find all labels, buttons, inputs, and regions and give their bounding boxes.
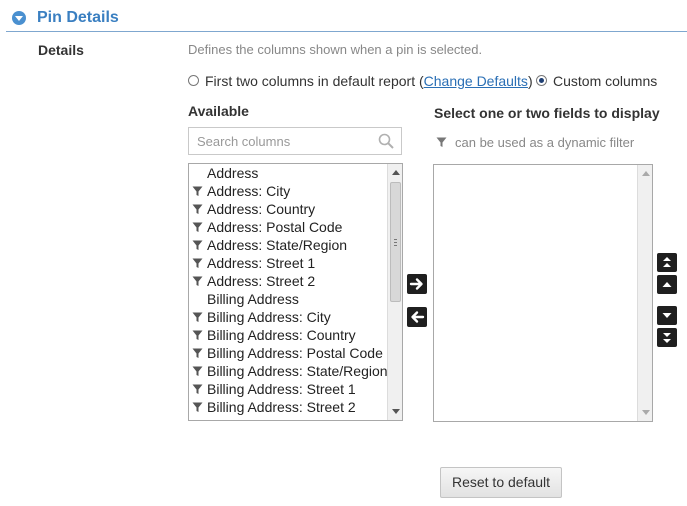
list-item-label: Billing Address <box>207 291 299 307</box>
filter-icon <box>192 330 203 340</box>
custom-columns-label[interactable]: Custom columns <box>553 73 657 89</box>
filter-icon <box>192 276 203 286</box>
filter-icon <box>192 348 203 358</box>
section-collapse-icon[interactable] <box>12 11 26 25</box>
double-chevron-up-icon <box>663 257 671 267</box>
chevron-up-icon <box>662 282 672 287</box>
list-item[interactable]: Address: State/Region <box>189 236 387 254</box>
list-item[interactable]: Address: Postal Code <box>189 218 387 236</box>
double-chevron-down-icon <box>663 333 671 343</box>
filter-icon <box>192 258 203 268</box>
list-item[interactable]: Billing Address: Street 1 <box>189 380 387 398</box>
default-columns-radio[interactable] <box>188 75 199 86</box>
list-item[interactable]: Address: Country <box>189 200 387 218</box>
default-columns-text: First two columns in default report ( <box>205 73 424 89</box>
filter-icon <box>192 204 203 214</box>
remove-column-button[interactable] <box>407 307 427 327</box>
filter-icon <box>192 384 203 394</box>
list-item[interactable]: Company Name <box>189 416 387 421</box>
list-item-label: Address: Country <box>207 201 316 217</box>
list-item-label: Address: City <box>207 183 291 199</box>
reset-to-default-button[interactable]: Reset to default <box>440 467 562 498</box>
list-item-label: Address: State/Region <box>207 237 348 253</box>
list-item-label: Billing Address: Street 2 <box>207 399 356 415</box>
list-item[interactable]: Billing Address: State/Region <box>189 362 388 380</box>
change-defaults-link[interactable]: Change Defaults <box>424 73 528 89</box>
list-item-label: Billing Address: Country <box>207 327 356 343</box>
filter-icon <box>192 240 203 250</box>
scroll-down-icon[interactable] <box>642 410 650 415</box>
search-input[interactable] <box>189 128 377 154</box>
list-item[interactable]: Billing Address: Postal Code <box>189 344 387 362</box>
list-item[interactable]: Billing Address: Street 2 <box>189 398 387 416</box>
available-columns-list[interactable]: Address Address: City Address: Country Addr… <box>188 163 403 421</box>
default-columns-label[interactable]: First two columns in default report (Cha… <box>205 73 533 89</box>
list-item[interactable]: Billing Address: City <box>189 308 387 326</box>
details-description: Defines the columns shown when a pin is … <box>188 42 483 57</box>
details-label: Details <box>38 42 84 58</box>
selected-heading: Select one or two fields to display <box>434 105 660 121</box>
move-bottom-button[interactable] <box>657 328 677 347</box>
move-down-button[interactable] <box>657 306 677 325</box>
search-columns-field[interactable] <box>188 127 402 155</box>
list-item[interactable]: Address: City <box>189 182 387 200</box>
move-up-button[interactable] <box>657 275 677 294</box>
selected-columns-list[interactable] <box>433 164 653 422</box>
list-item-label: Billing Address: State/Region <box>207 363 388 379</box>
list-item[interactable]: Address <box>189 164 387 182</box>
list-item-label: Address: Street 2 <box>207 273 316 289</box>
custom-columns-radio[interactable] <box>536 75 547 86</box>
list-item[interactable]: Billing Address <box>189 290 387 308</box>
filter-icon <box>192 366 203 376</box>
list-item-label: Address: Postal Code <box>207 219 343 235</box>
arrow-left-icon <box>411 311 425 323</box>
available-heading: Available <box>188 103 249 119</box>
filter-icon <box>436 137 447 147</box>
list-item[interactable]: Address: Street 2 <box>189 272 387 290</box>
search-icon[interactable] <box>378 133 394 149</box>
filter-icon <box>192 312 203 322</box>
scroll-down-icon[interactable] <box>392 409 400 414</box>
section-divider <box>6 31 687 32</box>
list-item-label: Billing Address: City <box>207 309 331 325</box>
dynamic-filter-hint: can be used as a dynamic filter <box>455 135 635 150</box>
scroll-up-icon[interactable] <box>392 170 400 175</box>
list-item[interactable]: Address: Street 1 <box>189 254 387 272</box>
list-item-label: Billing Address: Street 1 <box>207 381 356 397</box>
filter-icon <box>192 222 203 232</box>
filter-icon <box>192 420 203 421</box>
scroll-up-icon[interactable] <box>642 171 650 176</box>
section-title: Pin Details <box>37 9 119 26</box>
filter-icon <box>192 186 203 196</box>
list-item-label: Company Name <box>207 416 308 420</box>
filter-icon <box>192 402 203 412</box>
list-item-label: Address <box>207 165 259 181</box>
scroll-thumb[interactable] <box>390 182 401 302</box>
list-item-label: Address: Street 1 <box>207 255 316 271</box>
list-item-label: Billing Address: Postal Code <box>207 345 383 361</box>
selected-scrollbar[interactable] <box>637 165 652 421</box>
list-item[interactable]: Billing Address: Country <box>189 326 387 344</box>
chevron-down-icon <box>662 313 672 318</box>
available-scrollbar[interactable] <box>387 164 402 420</box>
arrow-right-icon <box>409 278 423 290</box>
default-columns-close: ) <box>527 73 533 89</box>
add-column-button[interactable] <box>407 274 427 294</box>
move-top-button[interactable] <box>657 253 677 272</box>
